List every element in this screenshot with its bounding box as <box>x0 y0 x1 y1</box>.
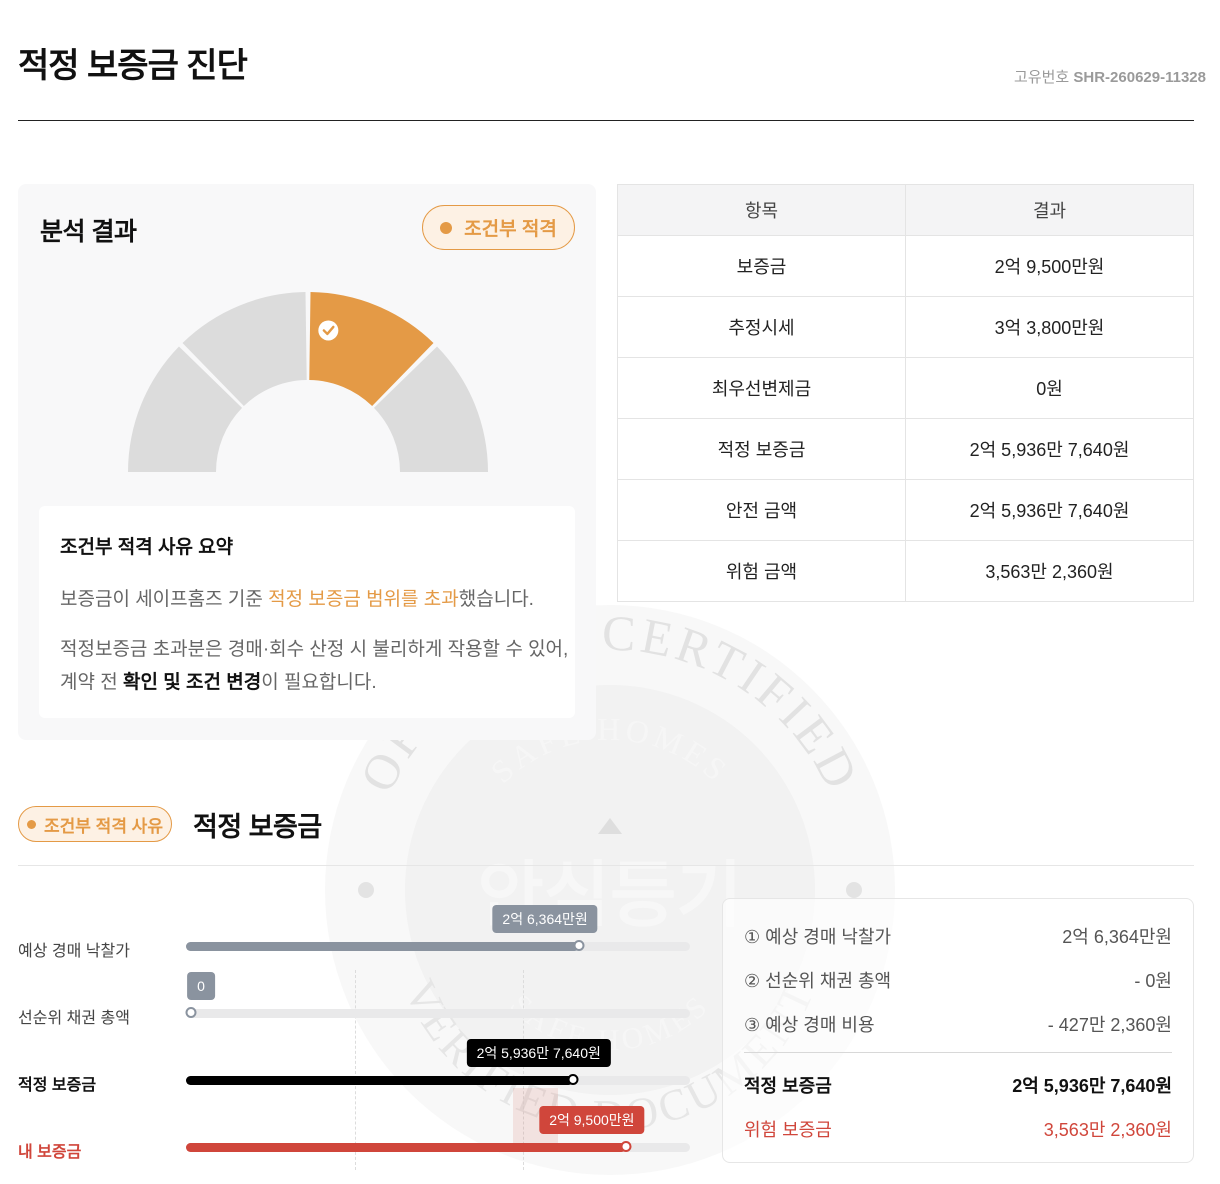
summary-text: 계약 전 <box>60 672 123 693</box>
table-header-result: 결과 <box>905 184 1194 236</box>
section-title: 적정 보증금 <box>193 812 322 842</box>
bar-label-auction-price: 예상 경매 낙찰가 <box>18 943 130 960</box>
status-badge: 조건부 적격 <box>422 205 575 250</box>
calc-value: - 0원 <box>1134 971 1172 991</box>
reason-summary-box: 조건부 적격 사유 요약 보증금이 세이프홈즈 기준 적정 보증금 범위를 초과… <box>39 506 575 718</box>
bar-fill-my-deposit <box>186 1143 626 1152</box>
document-id-value: SHR-260629-11328 <box>1073 69 1206 86</box>
calc-row-senior-claims: ② 선순위 채권 총액 - 0원 <box>744 967 1172 993</box>
bar-track: 2억 9,500만원 <box>186 1106 690 1152</box>
bar-tooltip: 2억 5,936만 7,640원 <box>466 1039 611 1067</box>
eligibility-gauge <box>128 292 488 472</box>
calc-value: 2억 6,364만원 <box>1062 927 1172 947</box>
bar-knob <box>573 940 585 951</box>
summary-text: 이 필요합니다. <box>261 672 377 693</box>
bar-track: 2억 5,936만 7,640원 <box>186 1039 690 1085</box>
page-title: 적정 보증금 진단 <box>18 47 248 85</box>
table-row: 최우선변제금 0원 <box>617 357 1194 419</box>
table-cell-item: 추정시세 <box>617 296 906 358</box>
table-row: 안전 금액 2억 5,936만 7,640원 <box>617 479 1194 541</box>
table-cell-result: 2억 5,936만 7,640원 <box>905 418 1194 480</box>
table-row: 적정 보증금 2억 5,936만 7,640원 <box>617 418 1194 480</box>
table-cell-item: 최우선변제금 <box>617 357 906 419</box>
table-cell-item: 보증금 <box>617 235 906 297</box>
summary-highlight: 적정 보증금 범위를 초과 <box>268 589 459 610</box>
deposit-calculation-box: ① 예상 경매 낙찰가 2억 6,364만원 ② 선순위 채권 총액 - 0원 … <box>722 898 1194 1163</box>
document-id: 고유번호 SHR-260629-11328 <box>1014 66 1206 87</box>
table-row: 보증금 2억 9,500만원 <box>617 235 1194 297</box>
bar-track: 2억 6,364만원 <box>186 905 690 951</box>
bar-label-appropriate-deposit: 적정 보증금 <box>18 1077 97 1094</box>
table-cell-item: 위험 금액 <box>617 540 906 602</box>
bar-tooltip: 2억 6,364만원 <box>492 905 598 933</box>
document-id-label: 고유번호 <box>1014 69 1070 86</box>
reason-summary-line-3: 계약 전 확인 및 조건 변경이 필요합니다. <box>60 667 377 694</box>
bar-tooltip: 2억 9,500만원 <box>539 1106 645 1134</box>
calc-risk-label: 위험 보증금 <box>744 1120 832 1140</box>
table-row: 위험 금액 3,563만 2,360원 <box>617 540 1194 602</box>
reason-dot-icon <box>27 819 37 829</box>
calc-row-appropriate-deposit: 적정 보증금 2억 5,936만 7,640원 <box>744 1072 1172 1098</box>
result-table: 항목 결과 보증금 2억 9,500만원 추정시세 3억 3,800만원 최우선변제… <box>617 184 1194 602</box>
table-cell-item: 적정 보증금 <box>617 418 906 480</box>
bar-fill-appropriate-deposit <box>186 1076 573 1085</box>
calc-risk-value: 3,563만 2,360원 <box>1043 1120 1172 1140</box>
table-cell-result: 0원 <box>905 357 1194 419</box>
calc-total-label: 적정 보증금 <box>744 1076 832 1096</box>
reason-summary-line-2: 적정보증금 초과분은 경매·회수 산정 시 불리하게 작용할 수 있어, <box>60 639 569 660</box>
table-row: 추정시세 3억 3,800만원 <box>617 296 1194 358</box>
calc-divider <box>744 1052 1172 1053</box>
analysis-result-title: 분석 결과 <box>40 218 137 246</box>
table-cell-result: 3,563만 2,360원 <box>905 540 1194 602</box>
calc-row-auction-price: ① 예상 경매 낙찰가 2억 6,364만원 <box>744 923 1172 949</box>
bar-fill-auction-price <box>186 942 580 951</box>
analysis-result-card: 분석 결과 조건부 적격 조건부 적격 사유 요약 보증금이 세이프홈즈 기준 … <box>18 184 596 740</box>
bar-knob <box>567 1074 579 1085</box>
bar-tooltip: 0 <box>187 972 215 1000</box>
calc-value: - 427만 2,360원 <box>1047 1015 1172 1035</box>
table-cell-item: 안전 금액 <box>617 479 906 541</box>
calc-row-auction-cost: ③ 예상 경매 비용 - 427만 2,360원 <box>744 1011 1172 1037</box>
summary-text: 했습니다. <box>458 589 534 610</box>
summary-emphasis: 확인 및 조건 변경 <box>123 672 262 693</box>
calc-label: ② 선순위 채권 총액 <box>744 971 892 991</box>
table-cell-result: 3억 3,800만원 <box>905 296 1194 358</box>
status-badge-label: 조건부 적격 <box>464 219 557 240</box>
reason-summary-line-1: 보증금이 세이프홈즈 기준 적정 보증금 범위를 초과했습니다. <box>60 584 534 611</box>
appropriate-deposit-section-header: 조건부 적격 사유 적정 보증금 <box>18 805 1194 866</box>
reason-summary-title: 조건부 적격 사유 요약 <box>60 537 234 558</box>
bar-knob <box>620 1141 632 1152</box>
reason-badge: 조건부 적격 사유 <box>18 806 172 842</box>
calc-label: ① 예상 경매 낙찰가 <box>744 927 892 947</box>
table-cell-result: 2억 5,936만 7,640원 <box>905 479 1194 541</box>
reason-badge-label: 조건부 적격 사유 <box>44 816 163 836</box>
check-icon <box>318 320 339 341</box>
calc-row-risk-deposit: 위험 보증금 3,563만 2,360원 <box>744 1116 1172 1142</box>
summary-text: 보증금이 세이프홈즈 기준 <box>60 589 269 610</box>
bar-track: 0 <box>185 972 690 1018</box>
calc-label: ③ 예상 경매 비용 <box>744 1015 875 1035</box>
table-header-item: 항목 <box>617 184 906 236</box>
table-cell-result: 2억 9,500만원 <box>905 235 1194 297</box>
table-header-row: 항목 결과 <box>617 184 1194 236</box>
bar-label-senior-claims: 선순위 채권 총액 <box>18 1010 130 1027</box>
deposit-bar-chart: 예상 경매 낙찰가 2억 6,364만원 선순위 채권 총액 0 적정 보증금 … <box>18 900 694 1170</box>
page-header: 적정 보증금 진단 고유번호 SHR-260629-11328 <box>18 0 1206 121</box>
status-dot-icon <box>440 221 453 234</box>
bar-knob <box>185 1007 197 1018</box>
bar-label-my-deposit: 내 보증금 <box>18 1144 82 1161</box>
calc-total-value: 2억 5,936만 7,640원 <box>1012 1076 1172 1096</box>
